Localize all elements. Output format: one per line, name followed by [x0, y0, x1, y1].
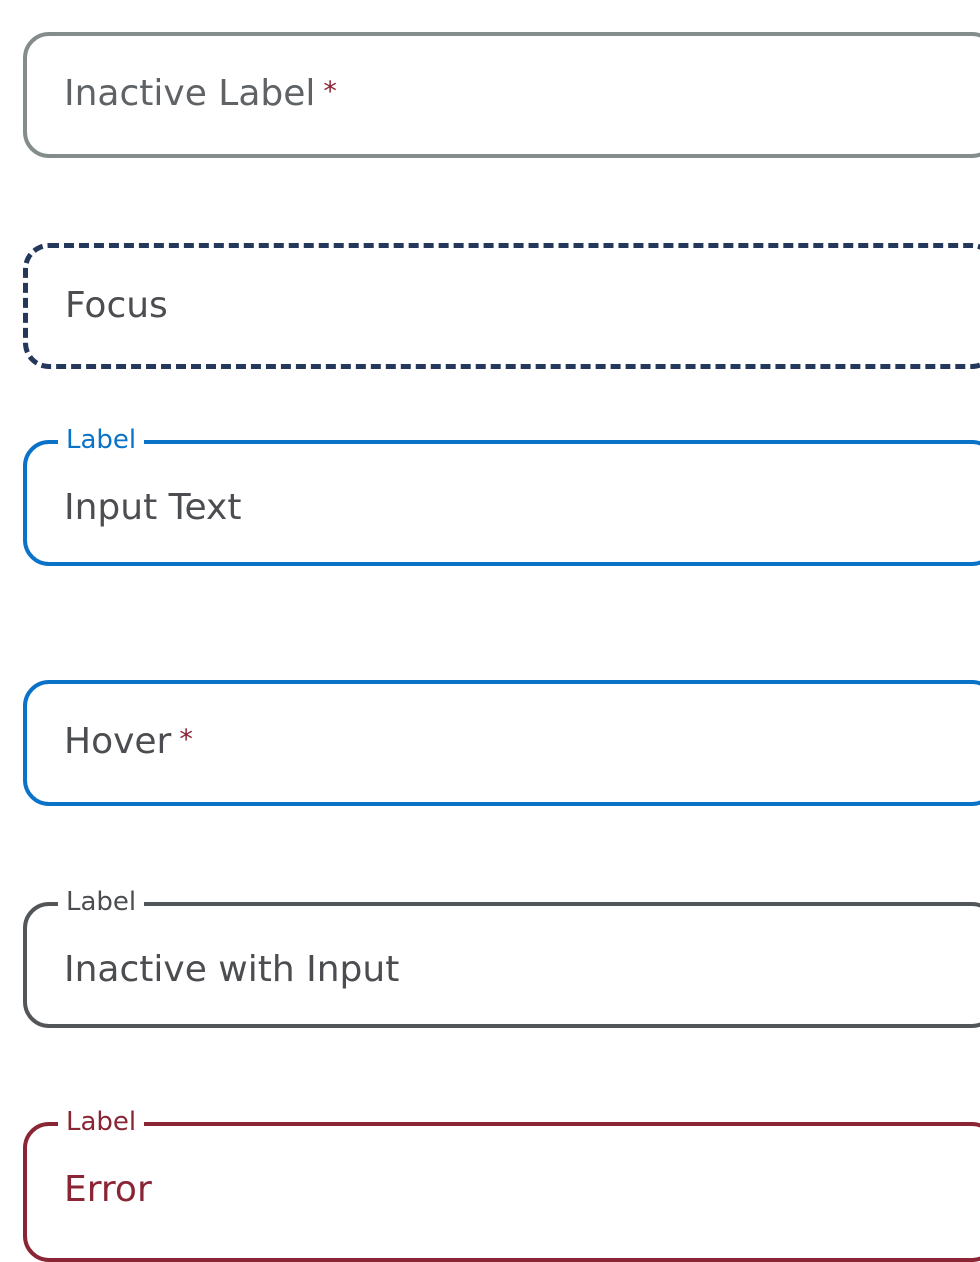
hover-text: Hover [64, 721, 172, 762]
inactive-with-input-floating-label: Label [58, 886, 145, 918]
required-asterisk: * [323, 76, 337, 107]
focus-field[interactable]: Focus [23, 243, 980, 369]
error-floating-label: Label [58, 1106, 145, 1138]
inactive-label-field[interactable]: Inactive Label * [23, 32, 980, 158]
inactive-label-text: Inactive Label [64, 73, 316, 114]
error-value: Error [64, 1169, 152, 1210]
error-field[interactable]: Label Error [23, 1106, 980, 1262]
focus-placeholder: Focus [65, 285, 168, 326]
hover-placeholder: Hover * [64, 718, 193, 766]
inactive-with-input-value: Inactive with Input [64, 949, 400, 990]
input-text-value: Input Text [64, 487, 242, 528]
inactive-label-placeholder: Inactive Label * [64, 70, 337, 118]
input-text-floating-label: Label [58, 424, 145, 456]
hover-field[interactable]: Hover * [23, 680, 980, 806]
input-text-field[interactable]: Label Input Text [23, 424, 980, 566]
inactive-with-input-field[interactable]: Label Inactive with Input [23, 886, 980, 1028]
required-asterisk: * [179, 724, 193, 755]
